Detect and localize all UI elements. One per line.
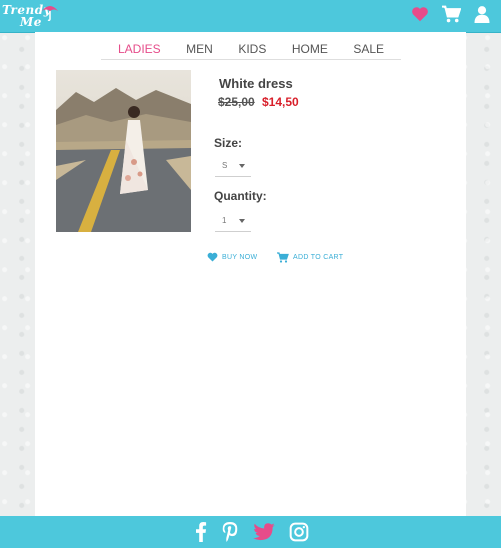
user-icon[interactable]: [473, 5, 491, 23]
site-footer: [0, 516, 501, 548]
quantity-select[interactable]: 1: [215, 210, 251, 232]
umbrella-icon: [42, 6, 58, 21]
cart-icon[interactable]: [441, 5, 461, 23]
size-select[interactable]: S: [215, 155, 251, 177]
buy-now-label: BUY NOW: [222, 253, 258, 261]
nav-item-kids[interactable]: KIDS: [238, 42, 266, 56]
product-old-price: $25,00: [218, 95, 255, 109]
size-select-value: S: [222, 161, 228, 170]
brand-logo-line2: Me: [20, 15, 42, 29]
chevron-down-icon: [239, 163, 245, 168]
buy-now-button[interactable]: BUY NOW: [207, 252, 257, 262]
product-image[interactable]: [56, 70, 191, 232]
product-title: White dress: [219, 76, 293, 91]
category-nav: LADIES MEN KIDS HOME SALE: [101, 38, 401, 60]
cart-icon: [277, 252, 289, 263]
brand-logo[interactable]: Trendy Me: [2, 1, 62, 31]
instagram-icon[interactable]: [289, 522, 309, 542]
heart-icon[interactable]: [411, 6, 429, 22]
quantity-select-value: 1: [222, 216, 227, 225]
nav-item-ladies[interactable]: LADIES: [118, 42, 161, 56]
nav-item-home[interactable]: HOME: [292, 42, 328, 56]
product-sale-price: $14,50: [262, 95, 299, 109]
main-content: LADIES MEN KIDS HOME SALE White dress $2…: [35, 32, 466, 516]
twitter-icon[interactable]: [253, 523, 275, 541]
heart-icon: [207, 252, 218, 262]
quantity-label: Quantity:: [214, 189, 267, 203]
add-to-cart-button[interactable]: ADD TO CART: [276, 252, 343, 263]
facebook-icon[interactable]: [195, 522, 207, 542]
chevron-down-icon: [239, 218, 245, 223]
nav-item-men[interactable]: MEN: [186, 42, 213, 56]
size-label: Size:: [214, 136, 243, 150]
pinterest-icon[interactable]: [221, 522, 239, 542]
site-header: Trendy Me: [0, 0, 501, 33]
nav-item-sale[interactable]: SALE: [353, 42, 384, 56]
add-to-cart-label: ADD TO CART: [293, 254, 344, 261]
